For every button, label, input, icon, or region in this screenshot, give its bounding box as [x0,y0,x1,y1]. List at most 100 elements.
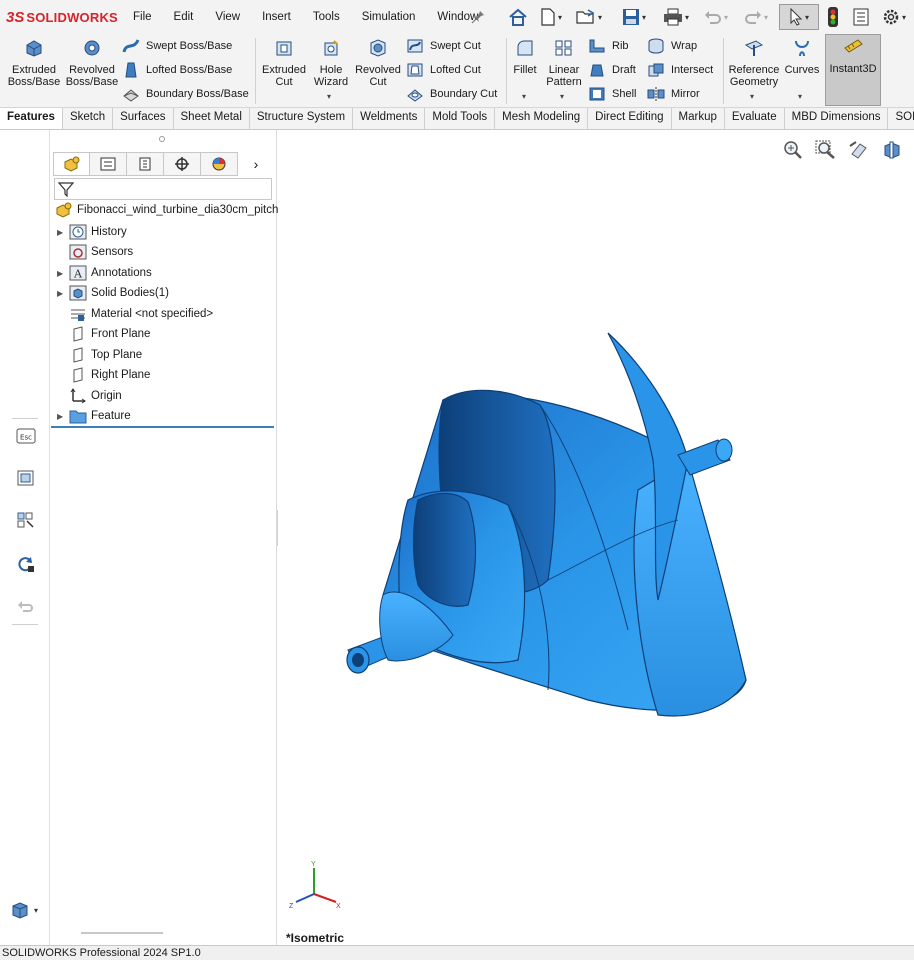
revolved-cut-button[interactable]: Revolved Cut [354,36,402,88]
redo-icon[interactable]: ▾ [740,4,772,30]
wrap-button[interactable]: Wrap [647,36,697,56]
tab-configuration-manager[interactable] [127,152,164,176]
tree-item-solid-bodies[interactable]: ▶ Solid Bodies(1) [57,283,169,303]
expand-arrow-icon[interactable]: ▶ [57,412,69,421]
tab-features[interactable]: Features [0,108,63,129]
tree-item-annotations[interactable]: ▶ A Annotations [57,263,152,283]
tree-item-origin[interactable]: Origin [57,386,122,406]
design-library-icon[interactable] [15,468,37,488]
command-manager-tabs: Features Sketch Surfaces Sheet Metal Str… [0,108,914,130]
rebuild-traffic-light-icon[interactable] [824,4,842,30]
tab-mesh-modeling[interactable]: Mesh Modeling [495,108,589,129]
tab-evaluate[interactable]: Evaluate [725,108,785,129]
tree-item-right-plane[interactable]: Right Plane [57,365,150,385]
display-style-cube-icon[interactable]: ▾ [10,900,42,920]
swept-cut-button[interactable]: Swept Cut [406,36,481,56]
intersect-button[interactable]: Intersect [647,60,713,80]
options-gear-icon[interactable]: ▾ [878,4,910,30]
print-icon[interactable]: ▾ [658,4,694,30]
view-palette-icon[interactable] [15,510,37,530]
panel-scrollbar[interactable] [81,932,163,934]
extruded-boss-label: Extruded Boss/Base [7,64,61,88]
curves-button[interactable]: Curves [784,36,820,76]
revolved-boss-button[interactable]: Revolved Boss/Base [64,36,120,88]
esc-icon[interactable]: Esc [15,426,37,446]
reference-geometry-icon [744,40,764,56]
home-icon[interactable] [507,4,529,30]
linear-pattern-button[interactable]: Linear Pattern [544,36,584,88]
menu-tools[interactable]: Tools [302,0,351,34]
tree-item-front-plane[interactable]: Front Plane [57,324,150,344]
mirror-button[interactable]: Mirror [647,84,700,104]
reference-geometry-button[interactable]: Reference Geometry [727,36,781,88]
solidworks-logo[interactable]: 3S SOLIDWORKS [0,0,122,34]
pin-icon[interactable] [470,4,486,30]
turbine-3d-model[interactable] [278,130,914,945]
chevron-right-icon[interactable]: › [238,152,274,176]
tree-item-top-plane[interactable]: Top Plane [57,345,142,365]
boundary-cut-button[interactable]: Boundary Cut [406,84,497,104]
instant3d-button[interactable]: Instant3D [825,34,881,106]
tab-surfaces[interactable]: Surfaces [113,108,174,129]
tree-item-history[interactable]: ▶ History [57,222,127,242]
tab-display-manager[interactable] [201,152,238,176]
tab-sketch[interactable]: Sketch [63,108,114,129]
swept-boss-button[interactable]: Swept Boss/Base [122,36,232,56]
tab-mbd-dimensions[interactable]: MBD Dimensions [785,108,889,129]
reference-geometry-dropdown-icon[interactable]: ▾ [750,92,754,101]
tree-item-label: Origin [91,390,122,402]
tree-item-label: Solid Bodies(1) [91,287,169,299]
tree-root-part[interactable]: Fibonacci_wind_turbine_dia30cm_pitch2 [55,202,285,218]
tab-sheet-metal[interactable]: Sheet Metal [174,108,250,129]
open-folder-icon[interactable]: ▾ [574,4,604,30]
panel-grip-icon[interactable] [159,136,165,142]
file-properties-icon[interactable] [850,4,872,30]
expand-arrow-icon[interactable]: ▶ [57,289,69,298]
tab-dimxpert-manager[interactable] [164,152,201,176]
menu-view[interactable]: View [204,0,251,34]
tree-item-sensors[interactable]: Sensors [57,242,133,262]
lofted-cut-button[interactable]: Lofted Cut [406,60,481,80]
hole-wizard-dropdown-icon[interactable]: ▾ [327,92,331,101]
tab-feature-tree[interactable] [53,152,90,176]
rib-icon [589,39,605,53]
new-document-icon[interactable]: ▾ [536,4,566,30]
expand-arrow-icon[interactable]: ▶ [57,269,69,278]
save-icon[interactable]: ▾ [616,4,652,30]
rotate-lock-icon[interactable] [15,554,37,574]
tab-property-manager[interactable] [90,152,127,176]
tab-structure-system[interactable]: Structure System [250,108,354,129]
tree-item-material[interactable]: Material <not specified> [57,304,213,324]
boundary-boss-button[interactable]: Boundary Boss/Base [122,84,249,104]
tab-markup[interactable]: Markup [672,108,725,129]
lofted-boss-button[interactable]: Lofted Boss/Base [122,60,232,80]
graphics-viewport[interactable]: Y X Z *Isometric [278,130,914,945]
rollback-bar[interactable] [51,426,274,428]
extruded-cut-button[interactable]: Extruded Cut [258,36,310,88]
menu-edit[interactable]: Edit [163,0,205,34]
tab-direct-editing[interactable]: Direct Editing [588,108,672,129]
menu-file[interactable]: File [122,0,163,34]
material-icon [71,309,85,321]
draft-button[interactable]: Draft [588,60,636,80]
tab-solidworks-addins[interactable]: SOLIDWO [888,108,914,129]
rib-button[interactable]: Rib [588,36,629,56]
redo-disabled-icon[interactable] [15,596,37,616]
revolved-cut-icon [370,39,386,57]
expand-arrow-icon[interactable]: ▶ [57,228,69,237]
tree-filter-field[interactable] [54,178,272,200]
menu-simulation[interactable]: Simulation [351,0,427,34]
tab-mold-tools[interactable]: Mold Tools [425,108,496,129]
fillet-button[interactable]: Fillet [510,36,540,76]
undo-icon[interactable]: ▾ [700,4,732,30]
select-pointer-icon[interactable]: ▾ [779,4,819,30]
tab-weldments[interactable]: Weldments [353,108,426,129]
fillet-dropdown-icon[interactable]: ▾ [522,92,526,101]
tree-item-feature[interactable]: ▶ Feature [57,406,131,426]
hole-wizard-button[interactable]: Hole Wizard [310,36,352,88]
menu-insert[interactable]: Insert [251,0,302,34]
shell-button[interactable]: Shell [588,84,636,104]
curves-dropdown-icon[interactable]: ▾ [798,92,802,101]
extruded-boss-button[interactable]: Extruded Boss/Base [6,36,62,88]
pattern-dropdown-icon[interactable]: ▾ [560,92,564,101]
